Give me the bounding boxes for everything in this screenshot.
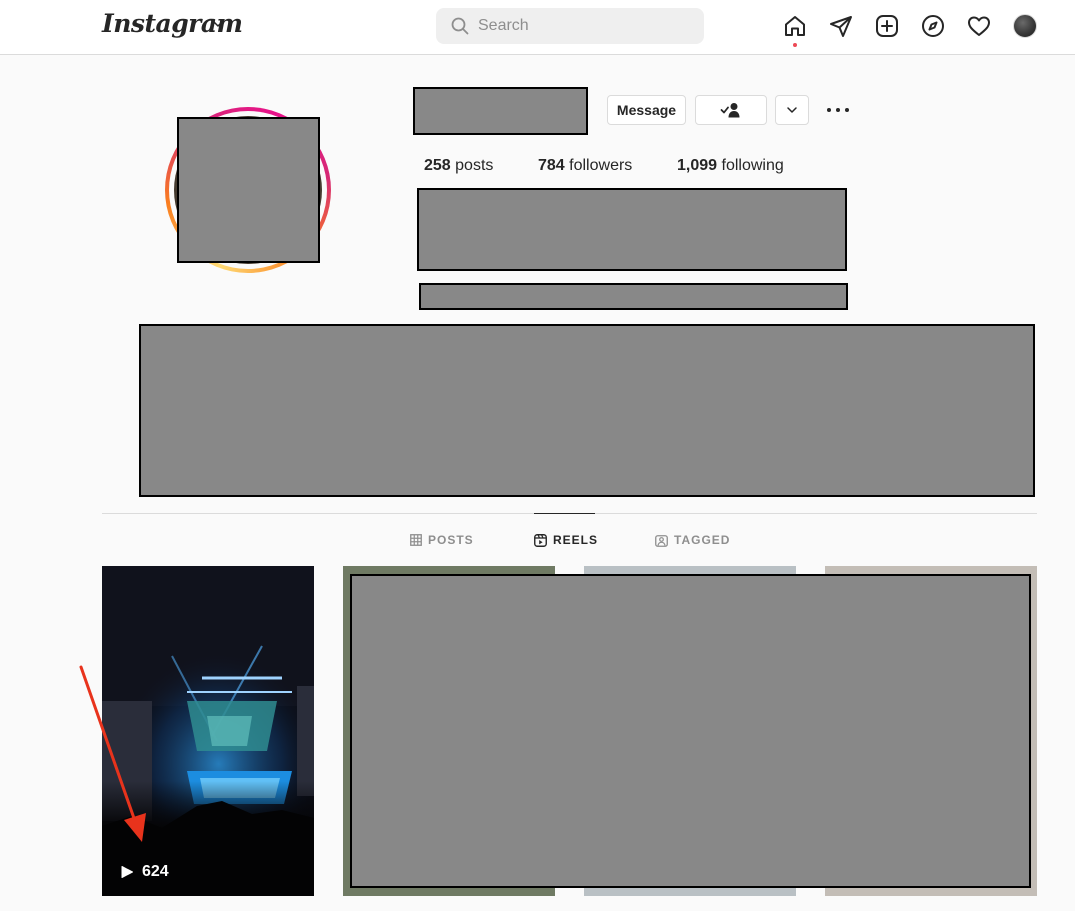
annotation-arrow <box>79 665 146 842</box>
followers-label: followers <box>569 157 633 174</box>
suggested-accounts-button[interactable] <box>775 95 809 125</box>
search-box[interactable] <box>436 8 704 44</box>
profile-avatar[interactable] <box>1013 14 1037 38</box>
tab-posts-label: POSTS <box>428 533 474 547</box>
following-button[interactable] <box>695 95 767 125</box>
direct-messages-icon[interactable] <box>829 14 853 38</box>
tab-reels[interactable]: REELS <box>534 532 598 548</box>
message-button[interactable]: Message <box>607 95 686 125</box>
grid-icon <box>410 534 422 546</box>
posts-stat: 258 posts <box>424 157 493 175</box>
reels-icon <box>534 533 547 547</box>
tab-tagged[interactable]: TAGGED <box>655 532 730 548</box>
search-icon <box>451 17 469 35</box>
chevron-down-icon <box>787 107 797 113</box>
redacted-username <box>413 87 588 135</box>
following-label: following <box>721 157 784 174</box>
explore-icon[interactable] <box>921 14 945 38</box>
following-stat[interactable]: 1,099 following <box>677 157 784 175</box>
tab-posts[interactable]: POSTS <box>410 532 474 548</box>
followers-stat[interactable]: 784 followers <box>538 157 632 175</box>
posts-label: posts <box>455 157 494 174</box>
notification-dot <box>793 43 797 47</box>
search-input[interactable] <box>478 8 688 44</box>
tagged-icon <box>655 534 668 547</box>
reel-view-count: 624 <box>120 863 169 881</box>
redacted-profile-photo <box>177 117 320 263</box>
play-icon <box>121 866 133 878</box>
reel-views-value: 624 <box>142 863 169 880</box>
tab-reels-label: REELS <box>553 533 599 547</box>
following-count: 1,099 <box>677 157 718 174</box>
redacted-bio-link <box>419 283 848 310</box>
chevron-down-icon[interactable] <box>212 18 224 30</box>
redacted-highlights <box>139 324 1035 497</box>
following-person-check-icon <box>720 103 740 118</box>
activity-heart-icon[interactable] <box>967 14 991 38</box>
tab-tagged-label: TAGGED <box>674 533 731 547</box>
new-post-icon[interactable] <box>875 14 899 38</box>
more-options-icon[interactable] <box>826 102 850 118</box>
active-tab-indicator <box>534 513 595 514</box>
followers-count: 784 <box>538 157 565 174</box>
top-navigation-bar: Instagram <box>0 0 1075 55</box>
home-icon[interactable] <box>783 14 807 38</box>
posts-count: 258 <box>424 157 451 174</box>
redacted-reels <box>350 574 1031 888</box>
redacted-bio <box>417 188 847 271</box>
